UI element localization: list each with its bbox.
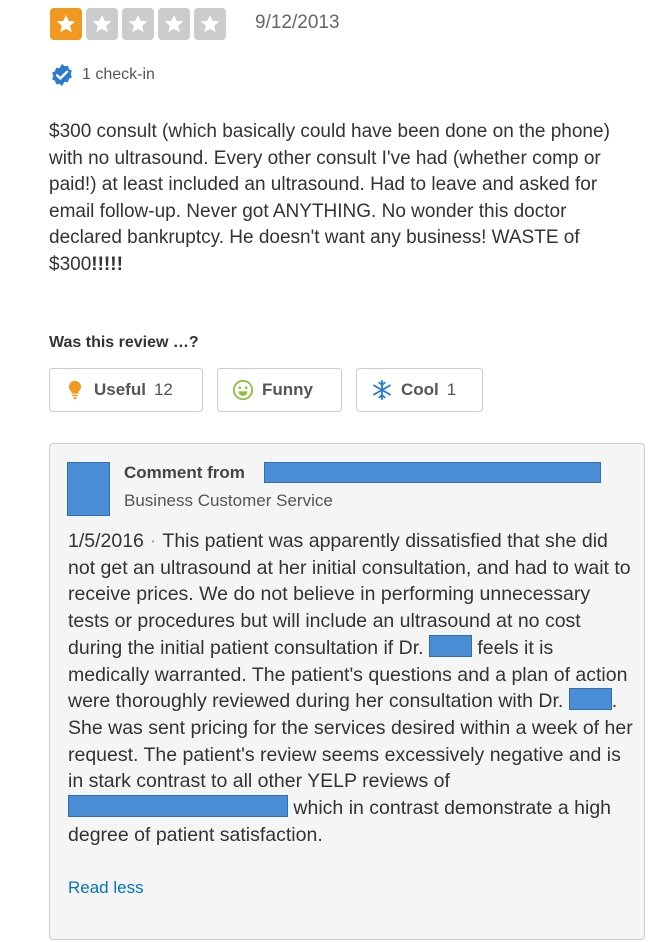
checkin-row: 1 check-in xyxy=(50,63,155,87)
star-icon-empty xyxy=(86,8,118,40)
lightbulb-icon xyxy=(69,380,81,400)
vote-prompt: Was this review …? xyxy=(49,334,199,351)
doctor-name-redacted-2 xyxy=(568,688,612,711)
review-date: 9/12/2013 xyxy=(255,12,340,33)
star-icon-empty xyxy=(122,8,154,40)
comment-date: 1/5/2016 xyxy=(68,530,144,552)
star-icon-filled xyxy=(50,8,82,40)
owner-role: Business Customer Service xyxy=(124,491,333,510)
comment-from-label: Comment from xyxy=(124,463,245,482)
business-name-redacted xyxy=(68,795,288,818)
checkin-count: 1 check-in xyxy=(82,66,155,83)
useful-count: 12 xyxy=(153,380,173,399)
review-text-exclaim: !!!!! xyxy=(91,253,123,275)
star-icon-empty xyxy=(194,8,226,40)
funny-label: Funny xyxy=(262,380,313,399)
star-rating xyxy=(50,8,226,40)
funny-button[interactable]: Funny xyxy=(217,368,342,412)
doctor-name-redacted xyxy=(428,634,472,657)
date-separator: · xyxy=(149,530,157,552)
cool-label: Cool xyxy=(401,380,439,399)
smiley-icon xyxy=(232,379,254,401)
owner-name-redacted xyxy=(264,462,601,483)
read-less-link[interactable]: Read less xyxy=(68,878,144,898)
useful-label: Useful xyxy=(94,380,146,399)
owner-comment-body: 1/5/2016 · This patient was apparently dis… xyxy=(68,528,633,848)
cool-button[interactable]: Cool 1 xyxy=(356,368,483,412)
review-text-main: $300 consult (which basically could have… xyxy=(49,121,610,275)
star-icon-empty xyxy=(158,8,190,40)
snowflake-icon xyxy=(373,379,391,401)
useful-button[interactable]: Useful 12 xyxy=(49,368,203,412)
review-body: $300 consult (which basically could have… xyxy=(49,119,629,279)
owner-avatar-redacted xyxy=(67,462,110,516)
cool-count: 1 xyxy=(446,380,457,399)
verified-badge-icon xyxy=(52,64,72,86)
